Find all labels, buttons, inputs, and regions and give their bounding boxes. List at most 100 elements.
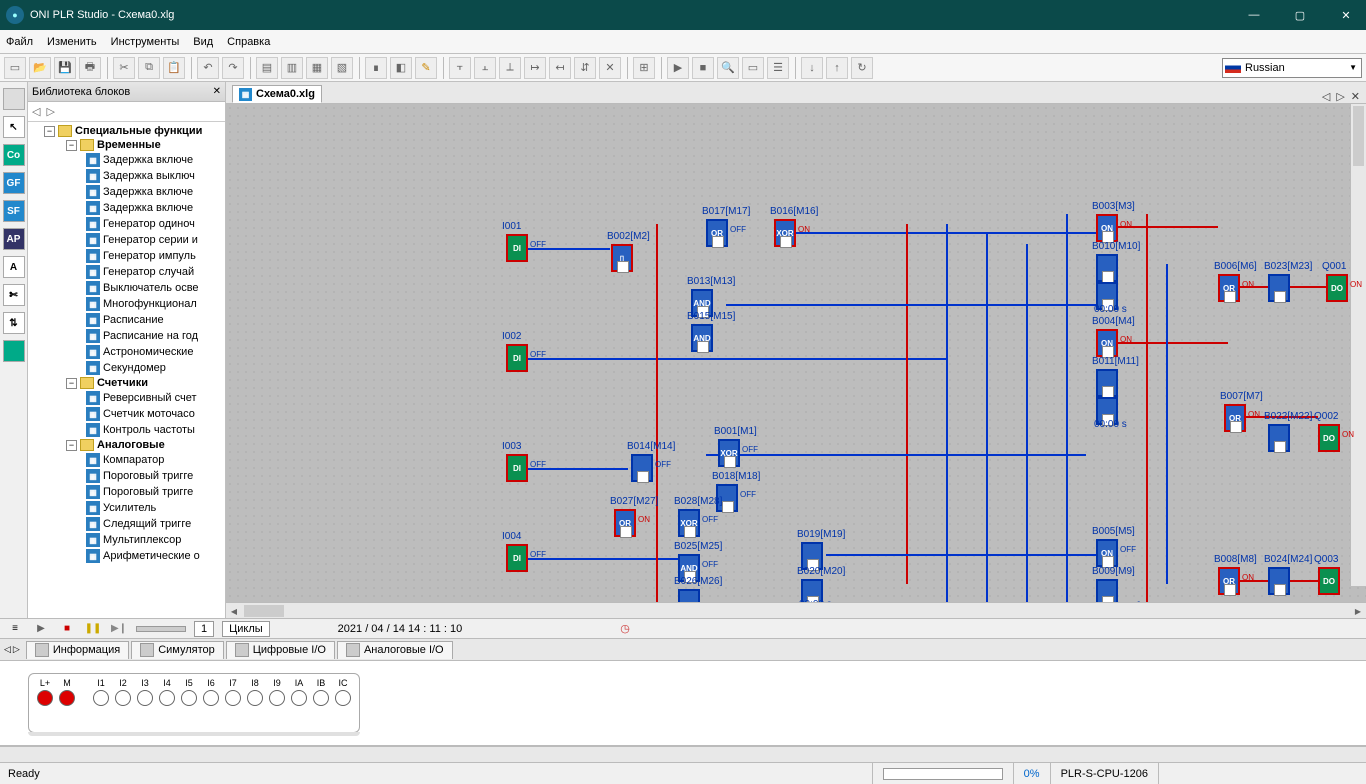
block-I001[interactable]: DI	[506, 234, 528, 262]
tool-new[interactable]: ▭	[4, 57, 26, 79]
sidetool[interactable]	[3, 88, 25, 110]
tool-c[interactable]: ▦	[306, 57, 328, 79]
tree-item[interactable]: ▦Счетчик моточасо	[30, 406, 223, 422]
tool-j[interactable]: ↓	[801, 57, 823, 79]
tree-item[interactable]: ▦Задержка включе	[30, 200, 223, 216]
sim-stop[interactable]: ■	[58, 621, 76, 637]
tab-next-icon[interactable]: ▷	[1336, 90, 1344, 103]
tree-group[interactable]: −Аналоговые	[30, 438, 223, 452]
block-B009[M9][interactable]	[1096, 579, 1118, 602]
bottom-tab[interactable]: Аналоговые I/O	[337, 641, 453, 659]
btab-prev-icon[interactable]: ◁	[4, 644, 11, 655]
tree-item[interactable]: ▦Многофункционал	[30, 296, 223, 312]
io-led[interactable]	[203, 690, 219, 706]
minimize-button[interactable]: —	[1240, 5, 1268, 25]
tool-align7[interactable]: ✕	[599, 57, 621, 79]
hscrollbar[interactable]: ◀ ▶	[226, 602, 1366, 618]
tree-item[interactable]: ▦Генератор случай	[30, 264, 223, 280]
tree-item[interactable]: ▦Реверсивный счет	[30, 390, 223, 406]
tool-a[interactable]: ▤	[256, 57, 278, 79]
io-col[interactable]: I9	[269, 678, 285, 706]
tool-g[interactable]: ✎	[415, 57, 437, 79]
scroll-track[interactable]	[242, 603, 1350, 618]
tree-item[interactable]: ▦Задержка включе	[30, 152, 223, 168]
block-I003[interactable]: DI	[506, 454, 528, 482]
sim-play[interactable]: ▶	[32, 621, 50, 637]
tree-root[interactable]: −Специальные функции	[30, 124, 223, 138]
tool-align1[interactable]: ⫟	[449, 57, 471, 79]
tree-item[interactable]: ▦Генератор одиноч	[30, 216, 223, 232]
tool-paste[interactable]: 📋	[163, 57, 185, 79]
sidetool[interactable]	[3, 340, 25, 362]
io-led[interactable]	[247, 690, 263, 706]
menu-Файл[interactable]: Файл	[6, 36, 33, 48]
next-icon[interactable]: ▷	[46, 105, 54, 118]
prev-icon[interactable]: ◁	[32, 105, 40, 118]
block-B027[M27][interactable]: OR	[614, 509, 636, 537]
tool-cut[interactable]: ✂	[113, 57, 135, 79]
block-Q003[interactable]: DO	[1318, 567, 1340, 595]
io-col[interactable]: IB	[313, 678, 329, 706]
tool-align2[interactable]: ⫠	[474, 57, 496, 79]
menu-Изменить[interactable]: Изменить	[47, 36, 97, 48]
tool-redo[interactable]: ↷	[222, 57, 244, 79]
tool-align5[interactable]: ↤	[549, 57, 571, 79]
cycles-value[interactable]: 1	[194, 621, 214, 637]
canvas[interactable]: DII001OFFDII002OFFDII003OFFDII004OFF▯B00…	[226, 104, 1366, 602]
library-tree[interactable]: −Специальные функции−Временные▦Задержка …	[28, 122, 225, 618]
tool-d[interactable]: ▧	[331, 57, 353, 79]
sidetool[interactable]: ✄	[3, 284, 25, 306]
tree-item[interactable]: ▦Мультиплексор	[30, 532, 223, 548]
tool-k[interactable]: ↑	[826, 57, 848, 79]
sim-step[interactable]: ▶❙	[110, 621, 128, 637]
tool-align3[interactable]: ⟂	[499, 57, 521, 79]
block-Q002[interactable]: DO	[1318, 424, 1340, 452]
block-B026[M26][interactable]	[678, 589, 700, 602]
tool-f[interactable]: ◧	[390, 57, 412, 79]
sidetool[interactable]: ⇅	[3, 312, 25, 334]
tool-align4[interactable]: ↦	[524, 57, 546, 79]
tree-item[interactable]: ▦Контроль частоты	[30, 422, 223, 438]
bottom-tab[interactable]: Цифровые I/O	[226, 641, 335, 659]
block-B014[M14][interactable]	[631, 454, 653, 482]
sidetool[interactable]: ↖	[3, 116, 25, 138]
tree-item[interactable]: ▦Выключатель осве	[30, 280, 223, 296]
tool-undo[interactable]: ↶	[197, 57, 219, 79]
tool-h[interactable]: ▭	[742, 57, 764, 79]
tab-prev-icon[interactable]: ◁	[1322, 90, 1330, 103]
tree-item[interactable]: ▦Расписание на год	[30, 328, 223, 344]
tab-schema[interactable]: ▦ Схема0.xlg	[232, 85, 322, 103]
block-B002[M2][interactable]: ▯	[611, 244, 633, 272]
tool-print[interactable]: 🖶	[79, 57, 101, 79]
tool-e[interactable]: ∎	[365, 57, 387, 79]
tree-item[interactable]: ▦Арифметические о	[30, 548, 223, 564]
vscrollbar[interactable]	[1350, 104, 1366, 586]
tree-group[interactable]: −Счетчики	[30, 376, 223, 390]
tree-item[interactable]: ▦Следящий тригге	[30, 516, 223, 532]
menu-Инструменты[interactable]: Инструменты	[111, 36, 180, 48]
io-col[interactable]: I4	[159, 678, 175, 706]
io-led[interactable]	[269, 690, 285, 706]
block-B005[M5][interactable]: ON	[1096, 539, 1118, 567]
io-led[interactable]	[137, 690, 153, 706]
io-led[interactable]	[291, 690, 307, 706]
maximize-button[interactable]: ▢	[1286, 5, 1314, 25]
sim-step-back[interactable]: ≡	[6, 621, 24, 637]
tool-save[interactable]: 💾	[54, 57, 76, 79]
tree-item[interactable]: ▦Компаратор	[30, 452, 223, 468]
io-col[interactable]: L+	[37, 678, 53, 706]
block-B024[M24][interactable]	[1268, 567, 1290, 595]
io-col[interactable]: I5	[181, 678, 197, 706]
block-B001[M1][interactable]: XOR	[718, 439, 740, 467]
io-col[interactable]: IC	[335, 678, 351, 706]
menu-Вид[interactable]: Вид	[193, 36, 213, 48]
tree-item[interactable]: ▦Пороговый тригге	[30, 468, 223, 484]
io-col[interactable]: I3	[137, 678, 153, 706]
btab-next-icon[interactable]: ▷	[13, 644, 20, 655]
scroll-right-icon[interactable]: ▶	[1350, 603, 1366, 619]
io-led[interactable]	[115, 690, 131, 706]
tool-stop[interactable]: ■	[692, 57, 714, 79]
io-led[interactable]	[181, 690, 197, 706]
sim-scrollbar[interactable]	[0, 746, 1366, 762]
tool-copy[interactable]: ⧉	[138, 57, 160, 79]
